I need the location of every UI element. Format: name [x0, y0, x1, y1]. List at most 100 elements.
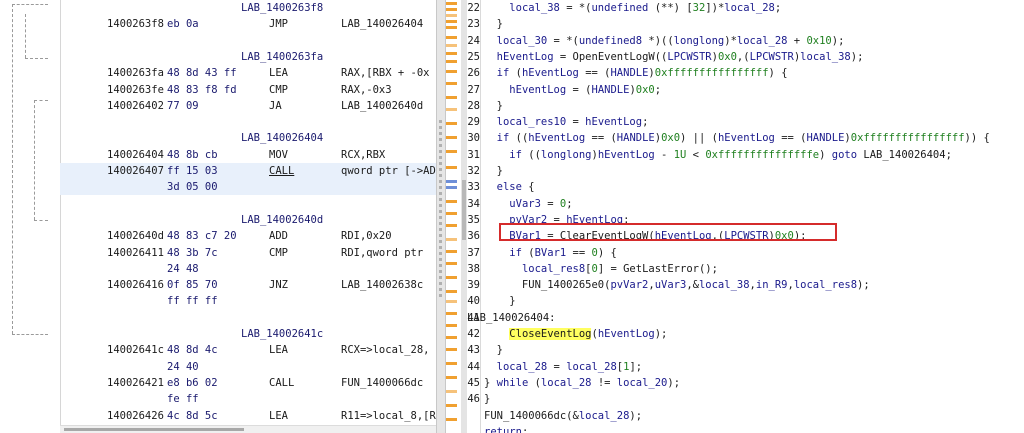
listing-row[interactable] — [60, 114, 436, 130]
listing-row[interactable] — [60, 196, 436, 212]
overview-marker[interactable] — [446, 276, 457, 279]
overview-marker[interactable] — [446, 52, 457, 55]
listing-row[interactable]: 3d 05 00 — [60, 179, 436, 195]
listing-row[interactable] — [60, 310, 436, 326]
listing-row[interactable] — [60, 33, 436, 49]
code-text[interactable]: local_res10 = hEventLog; — [484, 114, 649, 130]
listing-row[interactable]: 140026421 e8 b6 02 CALL FUN_1400066dc — [60, 375, 436, 391]
code-text[interactable]: } — [484, 163, 503, 179]
listing-row[interactable]: 140026402 77 09 JA LAB_14002640d — [60, 98, 436, 114]
overview-marker[interactable] — [446, 82, 457, 85]
overview-marker[interactable] — [446, 324, 457, 327]
listing-operand[interactable]: RDI,qword ptr — [341, 245, 423, 261]
code-line[interactable]: 28 } — [467, 98, 1024, 114]
code-text[interactable]: } — [484, 342, 503, 358]
code-line[interactable]: 33 else { — [467, 179, 1024, 195]
code-line[interactable]: 40 } — [467, 293, 1024, 309]
listing-row[interactable]: 140026426 4c 8d 5c LEA R11=>local_8,[R — [60, 408, 436, 424]
listing-label[interactable]: LAB_1400263f8 — [241, 0, 323, 16]
code-line[interactable]: 34 uVar3 = 0; — [467, 196, 1024, 212]
listing-address[interactable]: 140026411 — [107, 245, 164, 261]
listing-pane[interactable]: LAB_1400263f8 1400263f8 eb 0a JMP LAB_140026… — [0, 0, 436, 433]
listing-row[interactable]: 1400263fe 48 83 f8 fd CMP RAX,-0x3 — [60, 82, 436, 98]
listing-label[interactable]: LAB_14002640d — [241, 212, 323, 228]
listing-operand[interactable]: LAB_140026404 — [341, 16, 423, 32]
code-text[interactable]: } — [484, 98, 503, 114]
overview-marker[interactable] — [446, 60, 457, 63]
listing-row[interactable]: 24 40 — [60, 359, 436, 375]
overview-marker[interactable] — [446, 44, 457, 47]
code-text[interactable]: hEventLog = (HANDLE)0x0; — [484, 82, 661, 98]
code-text[interactable]: local_38 = *(undefined (**) [32])*local_… — [484, 0, 781, 16]
code-line[interactable]: 45} while (local_28 != local_20); — [467, 375, 1024, 391]
code-text[interactable]: local_28 = local_28[1]; — [484, 359, 642, 375]
overview-marker[interactable] — [446, 336, 457, 339]
overview-marker[interactable] — [446, 20, 457, 23]
code-text[interactable]: if ((hEventLog == (HANDLE)0x0) || (hEven… — [484, 130, 990, 146]
code-text[interactable]: if (BVar1 == 0) { — [484, 245, 617, 261]
overview-marker[interactable] — [446, 96, 457, 99]
overview-marker[interactable] — [446, 36, 457, 39]
code-text[interactable]: local_res8[0] = GetLastError(); — [484, 261, 718, 277]
listing-row[interactable]: 14002641c 48 8d 4c LEA RCX=>local_28, — [60, 342, 436, 358]
listing-label-row[interactable]: LAB_1400263f8 — [60, 0, 436, 16]
code-text[interactable]: else { — [484, 179, 535, 195]
overview-marker[interactable] — [446, 26, 457, 29]
code-line[interactable]: 44 local_28 = local_28[1]; — [467, 359, 1024, 375]
overview-marker[interactable] — [446, 14, 457, 17]
overview-marker[interactable] — [446, 312, 457, 315]
listing-address[interactable]: 1400263fa — [107, 65, 164, 81]
code-line[interactable]: 37 if (BVar1 == 0) { — [467, 245, 1024, 261]
listing-operand[interactable]: RDI,0x20 — [341, 228, 392, 244]
overview-marker[interactable] — [446, 2, 457, 5]
code-line[interactable]: 41 LAB_140026404: — [467, 310, 1024, 326]
listing-horizontal-scrollbar[interactable] — [60, 425, 436, 433]
overview-marker[interactable] — [446, 166, 457, 169]
overview-marker[interactable] — [446, 290, 457, 293]
overview-marker[interactable] — [446, 418, 457, 421]
listing-address[interactable]: 140026404 — [107, 147, 164, 163]
code-line[interactable]: 42 CloseEventLog(hEventLog); — [467, 326, 1024, 342]
listing-row[interactable]: 1400263f8 eb 0a JMP LAB_140026404 — [60, 16, 436, 32]
code-text[interactable]: local_30 = *(undefined8 *)((longlong)*lo… — [484, 33, 845, 49]
overview-marker[interactable] — [446, 200, 457, 203]
decompiler-pane[interactable]: 22 local_38 = *(undefined (**) [32])*loc… — [467, 0, 1024, 433]
overview-marker[interactable] — [446, 376, 457, 379]
code-text[interactable]: } while (local_28 != local_20); — [484, 375, 680, 391]
code-line[interactable]: 39 FUN_1400265e0(pvVar2,uVar3,&local_38,… — [467, 277, 1024, 293]
code-line[interactable]: 43 } — [467, 342, 1024, 358]
code-line[interactable]: 22 local_38 = *(undefined (**) [32])*loc… — [467, 0, 1024, 16]
overview-marker[interactable] — [446, 348, 457, 351]
listing-address[interactable]: 140026416 — [107, 277, 164, 293]
code-text[interactable]: } — [484, 391, 490, 407]
listing-row[interactable]: fe ff — [60, 391, 436, 407]
overview-marker[interactable] — [446, 150, 457, 153]
listing-row[interactable]: 140026407 ff 15 03 CALL qword ptr [->AD — [60, 163, 436, 179]
overview-marker-bar[interactable] — [446, 0, 462, 433]
code-text[interactable]: CloseEventLog(hEventLog); — [484, 326, 667, 342]
code-text[interactable]: } — [484, 293, 515, 309]
code-line[interactable]: 23 } — [467, 16, 1024, 32]
listing-address[interactable]: 14002640d — [107, 228, 164, 244]
code-line[interactable]: 27 hEventLog = (HANDLE)0x0; — [467, 82, 1024, 98]
listing-operand[interactable]: RAX,[RBX + -0x — [341, 65, 430, 81]
overview-marker[interactable] — [446, 108, 457, 111]
listing-label-row[interactable]: LAB_14002640d — [60, 212, 436, 228]
overview-marker[interactable] — [446, 70, 457, 73]
overview-marker[interactable] — [446, 250, 457, 253]
overview-marker[interactable] — [446, 186, 457, 189]
overview-marker[interactable] — [446, 8, 457, 11]
code-text[interactable]: FUN_1400066dc(&local_28); — [484, 408, 642, 424]
listing-label[interactable]: LAB_14002641c — [241, 326, 323, 342]
overview-marker[interactable] — [446, 238, 457, 241]
listing-operand[interactable]: RCX=>local_28, — [341, 342, 430, 358]
overview-marker[interactable] — [446, 404, 457, 407]
code-text[interactable]: if (hEventLog == (HANDLE)0xfffffffffffff… — [484, 65, 788, 81]
listing-label[interactable]: LAB_1400263fa — [241, 49, 323, 65]
scrollbar-thumb[interactable] — [462, 180, 466, 240]
code-line[interactable]: 38 local_res8[0] = GetLastError(); — [467, 261, 1024, 277]
overview-marker[interactable] — [446, 136, 457, 139]
code-text[interactable]: LAB_140026404: — [467, 310, 556, 326]
listing-row[interactable]: 140026404 48 8b cb MOV RCX,RBX — [60, 147, 436, 163]
code-text[interactable]: return; — [484, 424, 528, 433]
